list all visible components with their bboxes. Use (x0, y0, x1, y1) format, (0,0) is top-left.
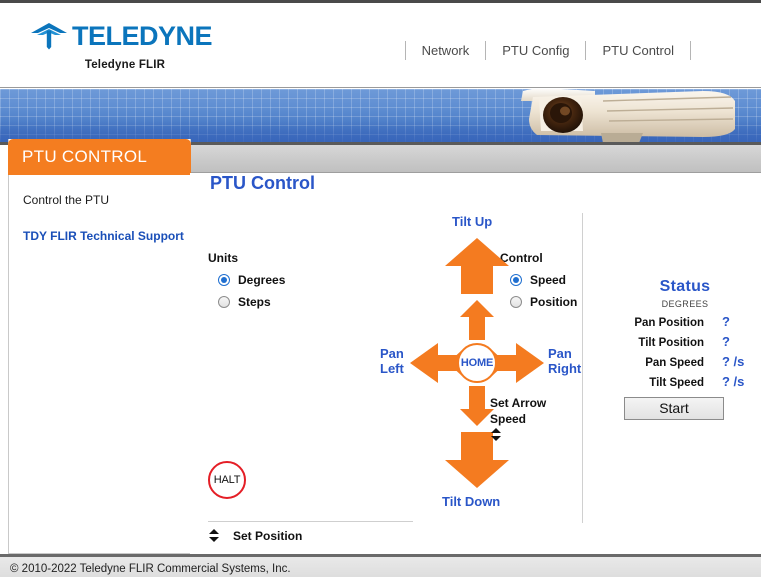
main-navigation: Network PTU Config PTU Control (404, 39, 691, 61)
tilt-up-fast-arrow[interactable] (445, 238, 509, 294)
status-row-pan-position: Pan Position ? (610, 314, 760, 329)
sidebar-header: PTU CONTROL (8, 139, 191, 175)
units-radio-group: Units Degrees Steps (208, 251, 285, 317)
sidebar-panel: Control the PTU TDY FLIR Technical Suppo… (8, 139, 191, 554)
radio-degrees-icon[interactable] (218, 274, 230, 286)
set-position-control: Set Position (208, 528, 302, 544)
tilt-up-slow-arrow[interactable] (460, 300, 494, 340)
logo-subtitle: Teledyne FLIR (84, 59, 166, 71)
content-vertical-divider (582, 213, 583, 523)
brand-logo: TELEDYNE Teledyne FLIR (30, 20, 250, 71)
status-label-tilt-position: Tilt Position (638, 337, 704, 349)
status-value-tilt-position: ? (722, 334, 730, 349)
ptz-camera-photo-icon (521, 89, 735, 142)
teledyne-chevron-logo-icon (31, 23, 67, 50)
status-label-pan-position: Pan Position (634, 317, 704, 329)
set-position-spinner-icon[interactable] (208, 528, 221, 544)
nav-item-ptu-config[interactable]: PTU Config (486, 41, 585, 60)
tilt-down-label[interactable]: Tilt Down (442, 494, 500, 509)
set-arrow-speed-line1: Set Arrow (490, 396, 547, 410)
status-title: Status (659, 278, 711, 295)
page-title: PTU Control (210, 173, 315, 193)
content-toolbar-strip (190, 145, 761, 173)
start-button-wrapper: Start (610, 397, 760, 420)
halt-button[interactable]: HALT (208, 461, 246, 499)
nav-item-network[interactable]: Network (406, 41, 486, 60)
footer-copyright: © 2010-2022 Teledyne FLIR Commercial Sys… (10, 563, 291, 575)
set-position-label: Set Position (233, 529, 303, 543)
home-button[interactable]: HOME (457, 343, 497, 383)
nav-item-ptu-control[interactable]: PTU Control (586, 41, 690, 60)
status-value-pan-position: ? (722, 314, 730, 329)
tilt-down-slow-arrow[interactable] (460, 386, 494, 426)
units-group-label: Units (208, 251, 238, 265)
sidebar-item-technical-support[interactable]: TDY FLIR Technical Support (23, 229, 190, 243)
radio-steps-icon[interactable] (218, 296, 230, 308)
set-arrow-speed-spinner-icon[interactable] (490, 427, 503, 443)
logo-wordmark: TELEDYNE (72, 21, 213, 51)
set-arrow-speed-line2: Speed (490, 412, 527, 426)
start-button[interactable]: Start (624, 397, 724, 420)
units-option-degrees[interactable]: Degrees (218, 273, 285, 287)
status-label-tilt-speed: Tilt Speed (649, 377, 704, 389)
ptu-direction-pad: HOME Tilt Up Tilt Down Pan Left Pan Righ… (380, 214, 581, 509)
pan-right-label-line2: Right (548, 361, 582, 376)
units-option-degrees-label: Degrees (238, 273, 286, 287)
page-footer: © 2010-2022 Teledyne FLIR Commercial Sys… (0, 554, 761, 577)
status-value-pan-speed: ? /s (722, 354, 745, 369)
main-content: PTU Control Units Degrees Steps Control … (190, 173, 761, 554)
nav-divider (690, 40, 691, 60)
set-position-divider (208, 521, 413, 522)
pan-right-label-line1: Pan (548, 346, 572, 361)
pan-left-label[interactable]: Pan Left (380, 346, 404, 376)
units-option-steps-label: Steps (238, 295, 271, 309)
site-header: TELEDYNE Teledyne FLIR Network PTU Confi… (0, 6, 761, 88)
status-row-tilt-speed: Tilt Speed ? /s (610, 374, 760, 389)
sidebar-link-list: Control the PTU TDY FLIR Technical Suppo… (9, 175, 190, 265)
set-arrow-speed-control: Set Arrow Speed (490, 395, 580, 448)
units-option-steps[interactable]: Steps (218, 295, 285, 309)
application-page: TELEDYNE Teledyne FLIR Network PTU Confi… (0, 0, 761, 577)
status-value-tilt-speed: ? /s (722, 374, 745, 389)
status-units-label: DEGREES (661, 299, 709, 309)
tilt-up-label[interactable]: Tilt Up (452, 214, 492, 229)
status-label-pan-speed: Pan Speed (645, 357, 704, 369)
pan-left-label-line1: Pan (380, 346, 404, 361)
status-row-pan-speed: Pan Speed ? /s (610, 354, 760, 369)
halt-button-label: HALT (213, 474, 241, 486)
status-row-tilt-position: Tilt Position ? (610, 334, 760, 349)
pan-left-label-line2: Left (380, 361, 404, 376)
sidebar-item-control-the-ptu[interactable]: Control the PTU (23, 193, 190, 207)
pan-right-label[interactable]: Pan Right (548, 346, 581, 376)
status-panel: Status DEGREES Pan Position ? Tilt Posit… (610, 278, 760, 420)
hero-banner (0, 89, 761, 145)
home-button-label: HOME (460, 357, 494, 369)
